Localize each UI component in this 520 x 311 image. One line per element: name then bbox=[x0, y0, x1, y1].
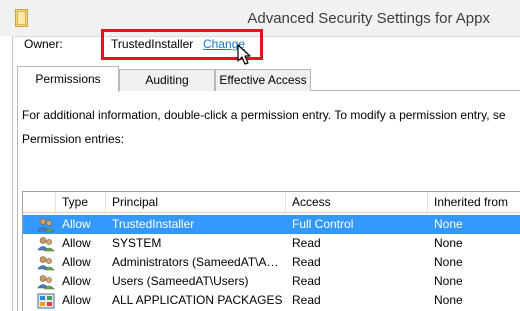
cell-principal: TrustedInstaller bbox=[112, 217, 195, 231]
cell-access: Full Control bbox=[292, 217, 354, 231]
window-title: Advanced Security Settings for Appx bbox=[247, 10, 490, 27]
owner-label: Owner: bbox=[24, 37, 63, 51]
cell-type: Allow bbox=[62, 236, 91, 250]
table-row[interactable]: Allow TrustedInstaller Full Control None bbox=[23, 215, 520, 234]
column-header-access[interactable]: Access bbox=[286, 192, 428, 212]
mouse-cursor-icon bbox=[237, 44, 251, 65]
tab-auditing[interactable]: Auditing bbox=[119, 69, 215, 91]
user-group-icon bbox=[37, 218, 55, 233]
cell-inherited-from: None bbox=[434, 274, 463, 288]
cell-access: Read bbox=[292, 255, 321, 269]
info-text: For additional information, double-click… bbox=[22, 108, 506, 122]
tab-effective-access[interactable]: Effective Access bbox=[215, 69, 311, 91]
cell-inherited-from: None bbox=[434, 255, 463, 269]
cell-type: Allow bbox=[62, 274, 91, 288]
cell-access: Read bbox=[292, 274, 321, 288]
cell-principal: Users (SameedAT\Users) bbox=[112, 274, 249, 288]
cell-access: Read bbox=[292, 236, 321, 250]
cell-type: Allow bbox=[62, 293, 91, 307]
permission-entries-table: Type Principal Access Inherited from All… bbox=[22, 191, 520, 311]
table-row[interactable]: Allow Administrators (SameedAT\A… Read None bbox=[23, 253, 520, 272]
table-row[interactable]: Allow ALL APPLICATION PACKAGES Read None bbox=[23, 291, 520, 310]
header-icon-column bbox=[23, 192, 56, 212]
cell-principal: ALL APPLICATION PACKAGES bbox=[112, 293, 283, 307]
cell-type: Allow bbox=[62, 217, 91, 231]
cell-type: Allow bbox=[62, 255, 91, 269]
column-header-inherited-from[interactable]: Inherited from bbox=[428, 192, 520, 212]
cell-inherited-from: None bbox=[434, 293, 463, 307]
folder-icon bbox=[15, 9, 28, 27]
cell-inherited-from: None bbox=[434, 217, 463, 231]
tab-permissions[interactable]: Permissions bbox=[17, 66, 119, 92]
column-header-principal[interactable]: Principal bbox=[106, 192, 286, 212]
cell-access: Read bbox=[292, 293, 321, 307]
app-packages-icon bbox=[37, 293, 55, 309]
permission-entries-label: Permission entries: bbox=[22, 132, 125, 146]
table-header: Type Principal Access Inherited from bbox=[23, 192, 520, 213]
table-row[interactable]: Allow SYSTEM Read None bbox=[23, 234, 520, 253]
user-group-icon bbox=[37, 275, 55, 290]
user-group-icon bbox=[37, 237, 55, 252]
table-row[interactable]: Allow Users (SameedAT\Users) Read None bbox=[23, 272, 520, 291]
cell-principal: Administrators (SameedAT\A… bbox=[112, 255, 279, 269]
cell-principal: SYSTEM bbox=[112, 236, 162, 250]
user-group-icon bbox=[37, 256, 55, 271]
column-header-type[interactable]: Type bbox=[56, 192, 106, 212]
cell-inherited-from: None bbox=[434, 236, 463, 250]
